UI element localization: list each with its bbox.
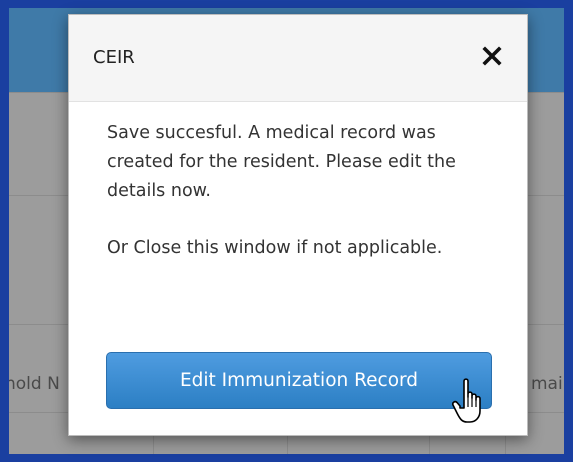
ceir-dialog: CEIR Save succesful. A medical record wa… — [68, 14, 528, 436]
dialog-body: Save succesful. A medical record was cre… — [107, 119, 497, 263]
screenshot-frame: hold N mai CEIR Save succesful. A medica… — [0, 0, 573, 462]
close-icon — [482, 46, 502, 66]
dialog-title: CEIR — [93, 47, 135, 68]
column-header-partial-right: mai — [531, 374, 563, 394]
dialog-header: CEIR — [69, 15, 527, 102]
dialog-message-secondary: Or Close this window if not applicable. — [107, 238, 443, 258]
edit-immunization-record-button[interactable]: Edit Immunization Record — [106, 352, 492, 409]
dialog-message: Save succesful. A medical record was cre… — [107, 123, 456, 201]
close-button[interactable] — [481, 43, 503, 69]
column-header-partial-left: hold N — [9, 374, 60, 394]
